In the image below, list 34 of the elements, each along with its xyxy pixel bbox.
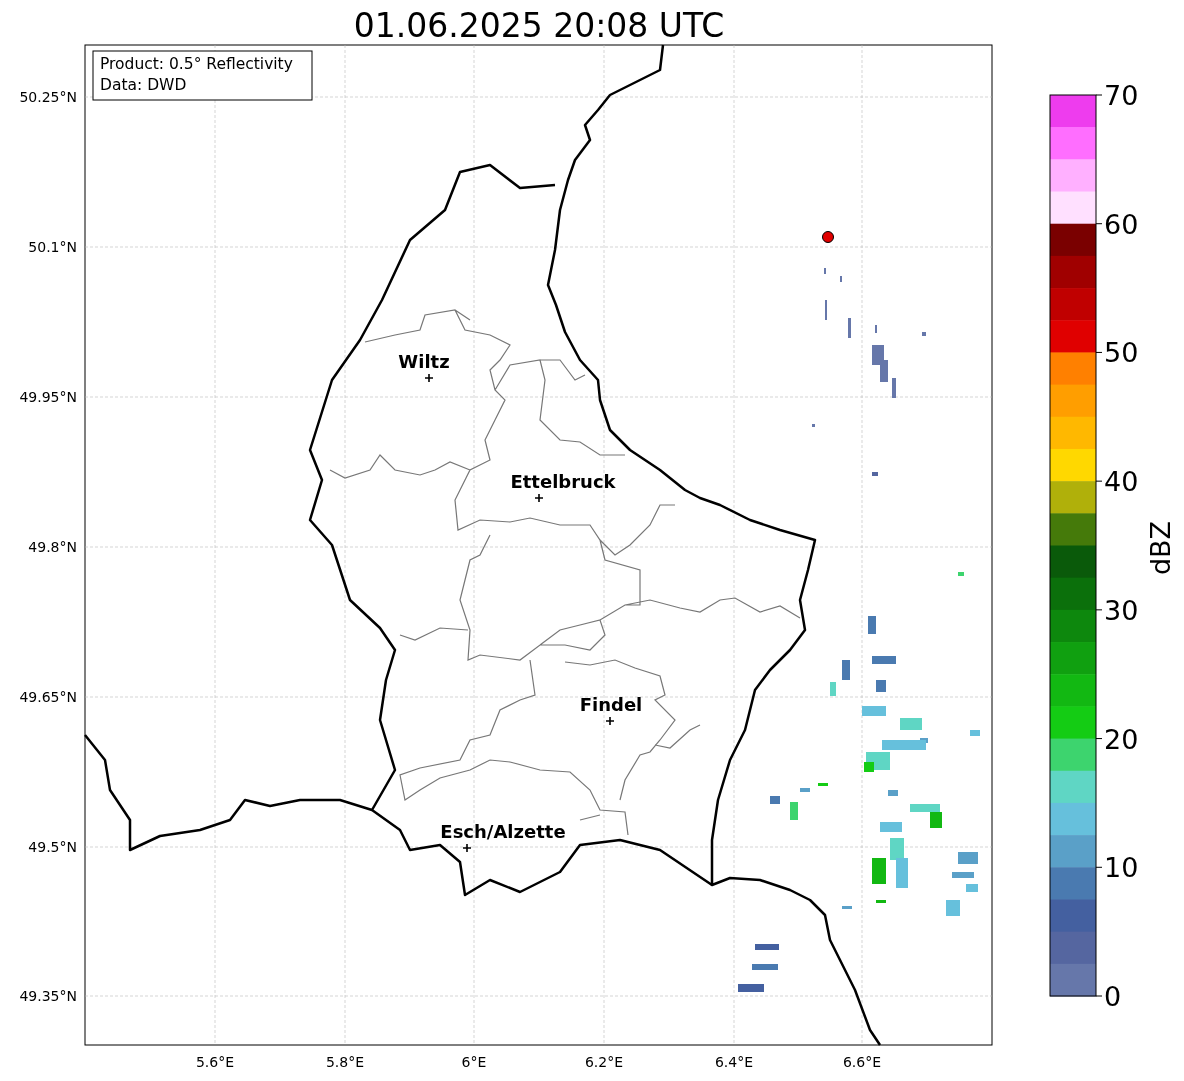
colorbar-tick-label: 0: [1104, 981, 1122, 1012]
longitude-tick-label: 6.2°E: [584, 1054, 624, 1070]
city-label: Wiltz: [398, 351, 450, 372]
info-text: Product: 0.5° Reflectivity: [100, 55, 293, 73]
latitude-tick-label: 50.25°N: [19, 89, 77, 105]
city-marker-icon: [424, 373, 434, 383]
info-text: Data: DWD: [100, 76, 187, 94]
colorbar-tick-label: 40: [1104, 466, 1139, 498]
colorbar-label: dBZ: [1145, 520, 1176, 576]
colorbar-tick-label: 50: [1104, 337, 1139, 369]
longitude-tick-label: 6.4°E: [714, 1054, 754, 1070]
colorbar-tick-label: 30: [1104, 594, 1139, 626]
longitude-tick-label: 5.6°E: [195, 1054, 235, 1070]
colorbar-tick-label: 10: [1104, 852, 1139, 884]
colorbar-tick-label: 20: [1104, 723, 1139, 755]
city-marker-icon: [534, 493, 544, 503]
city-label: Findel: [579, 694, 643, 715]
latitude-tick-label: 50.1°N: [28, 239, 77, 255]
latitude-tick-label: 49.95°N: [19, 389, 77, 405]
longitude-tick-label: 6.6°E: [842, 1054, 882, 1070]
radar-site-marker: [822, 231, 834, 243]
latitude-tick-label: 49.35°N: [19, 988, 77, 1004]
city-marker-icon: [462, 843, 472, 853]
longitude-tick-label: 5.8°E: [325, 1054, 365, 1070]
latitude-tick-label: 49.8°N: [28, 539, 77, 555]
city-marker-icon: [605, 716, 615, 726]
colorbar-tick-label: 70: [1104, 80, 1139, 111]
latitude-tick-label: 49.65°N: [19, 689, 77, 705]
longitude-tick-label: 6°E: [461, 1054, 487, 1070]
city-label: Esch/Alzette: [440, 821, 566, 842]
chart-title: 01.06.2025 20:08 UTC: [353, 6, 725, 45]
colorbar-tick-label: 60: [1104, 208, 1139, 240]
latitude-tick-label: 49.5°N: [28, 839, 77, 855]
city-label: Ettelbruck: [510, 471, 616, 492]
